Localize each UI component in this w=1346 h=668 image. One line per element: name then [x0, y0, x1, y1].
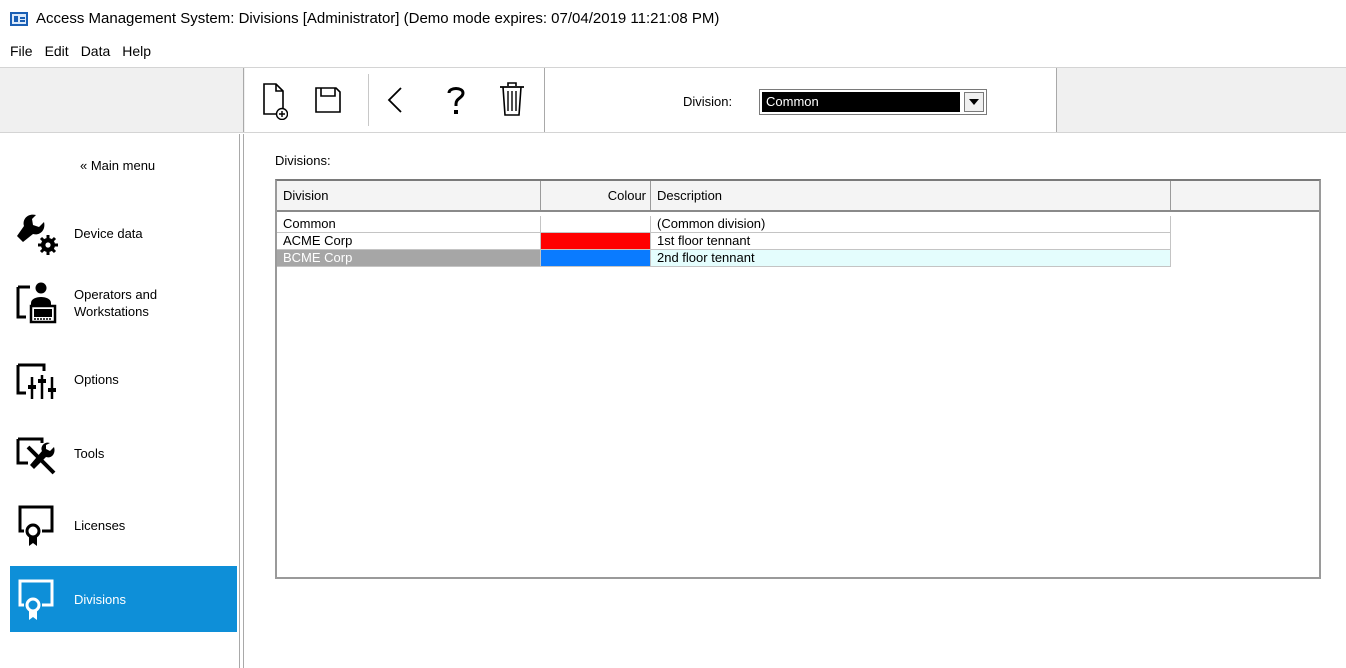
main-content: Divisions: Division Colour Description C…: [249, 134, 1346, 668]
sidebar-item-label: Divisions: [74, 591, 127, 607]
sidebar-item-label: Tools: [74, 445, 105, 461]
sidebar-item-divisions[interactable]: Divisions: [10, 566, 237, 632]
operator-workstation-icon: [16, 282, 57, 324]
new-record-button[interactable]: [257, 80, 291, 120]
sliders-icon: [16, 363, 56, 399]
sidebar-item-label: Device data: [74, 225, 143, 241]
column-header-filler: [1171, 181, 1319, 210]
cell-division[interactable]: Common: [277, 216, 541, 233]
sidebar-item-licenses[interactable]: Licenses: [10, 492, 237, 558]
back-button[interactable]: [379, 80, 413, 120]
tools-icon: [16, 437, 56, 475]
cell-division[interactable]: BCME Corp: [277, 250, 541, 267]
column-header-colour[interactable]: Colour: [541, 181, 651, 210]
menu-edit[interactable]: Edit: [45, 43, 69, 59]
cell-description[interactable]: (Common division): [651, 216, 1171, 233]
menu-help[interactable]: Help: [122, 43, 151, 59]
help-button[interactable]: [439, 80, 473, 120]
app-id-card-icon: [10, 12, 28, 26]
divisions-table[interactable]: Division Colour Description Common (Comm…: [275, 179, 1321, 579]
sidebar-item-device-data[interactable]: Device data: [10, 200, 237, 266]
window-title: Access Management System: Divisions [Adm…: [36, 10, 720, 27]
divisions-heading: Divisions:: [275, 153, 331, 168]
cell-description[interactable]: 1st floor tennant: [651, 233, 1171, 250]
help-icon: [447, 87, 465, 114]
cell-colour[interactable]: [541, 250, 651, 267]
division-label: Division:: [683, 94, 733, 109]
sidebar-item-label: Operators and Workstations: [74, 287, 158, 319]
division-selector-area: Division: Common: [545, 68, 1057, 132]
column-header-description[interactable]: Description: [651, 181, 1171, 210]
toolbar: Division: Common: [0, 67, 1346, 133]
sidebar-item-operators-workstations[interactable]: Operators and Workstations: [10, 270, 237, 336]
sidebar-item-label: Licenses: [74, 517, 126, 533]
sidebar-item-tools[interactable]: Tools: [10, 420, 237, 486]
toolbar-spacer: [0, 68, 244, 132]
sidebar-item-label: Options: [74, 371, 119, 387]
main-menu-link[interactable]: « Main menu: [80, 158, 155, 173]
new-record-icon: [263, 83, 288, 120]
toolbar-separator: [368, 74, 369, 126]
table-row[interactable]: ACME Corp 1st floor tennant: [277, 233, 1171, 250]
chevron-down-icon: [969, 99, 979, 105]
menu-data[interactable]: Data: [81, 43, 111, 59]
cell-division[interactable]: ACME Corp: [277, 233, 541, 250]
toolbar-buttons: [245, 68, 545, 132]
license-certificate-icon: [18, 505, 54, 546]
division-certificate-icon: [18, 579, 54, 620]
wrench-gear-icon: [17, 214, 58, 255]
sidebar: « Main menu Device data Operators and Wo…: [0, 134, 244, 668]
menu-bar: File Edit Data Help: [0, 38, 1346, 64]
dropdown-button[interactable]: [964, 92, 984, 112]
back-icon: [387, 87, 402, 113]
sidebar-item-options[interactable]: Options: [10, 346, 237, 412]
table-row[interactable]: Common (Common division): [277, 216, 1171, 233]
division-select[interactable]: Common: [759, 89, 987, 115]
column-header-division[interactable]: Division: [277, 181, 541, 210]
cell-colour[interactable]: [541, 233, 651, 250]
table-header: Division Colour Description: [277, 181, 1319, 212]
table-row[interactable]: BCME Corp 2nd floor tennant: [277, 250, 1171, 267]
cell-description[interactable]: 2nd floor tennant: [651, 250, 1171, 267]
menu-file[interactable]: File: [10, 43, 33, 59]
delete-icon: [500, 82, 524, 116]
cell-colour[interactable]: [541, 216, 651, 233]
division-select-value: Common: [762, 92, 960, 112]
save-icon: [315, 87, 341, 113]
save-button[interactable]: [311, 80, 345, 120]
title-bar: Access Management System: Divisions [Adm…: [0, 0, 1346, 38]
delete-button[interactable]: [495, 80, 529, 120]
